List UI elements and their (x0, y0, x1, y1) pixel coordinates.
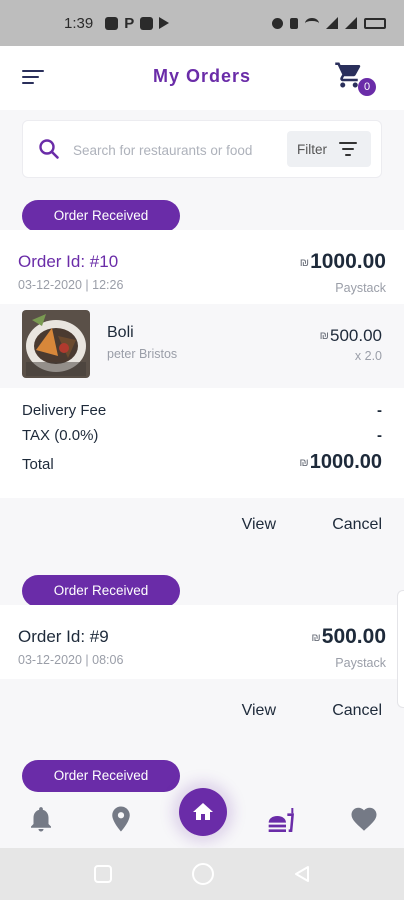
alarm-icon (272, 17, 283, 29)
system-nav-bar (0, 848, 404, 900)
item-price-value: 500.00 (330, 326, 382, 345)
home-icon (193, 803, 213, 820)
back-button[interactable] (292, 864, 312, 889)
nav-food[interactable] (266, 804, 296, 834)
vibrate-icon (290, 17, 298, 29)
total-label: Total (22, 456, 54, 473)
currency-icon: ₪ (319, 330, 329, 342)
delivery-fee-label: Delivery Fee (22, 402, 107, 419)
recents-button[interactable] (94, 865, 112, 883)
order-card-header: Order Id: #9 03-12-2020 | 08:06 ₪500.00 … (0, 605, 404, 679)
status-right (272, 17, 386, 29)
system-home-button[interactable] (192, 863, 214, 885)
order-date: 03-12-2020 | 08:06 (18, 653, 124, 667)
cart-count-badge: 0 (358, 78, 376, 96)
app-bar: My Orders 0 (0, 46, 404, 110)
summary-total: ₪1000.00 (299, 451, 382, 474)
nav-notifications[interactable] (26, 804, 56, 834)
side-drawer-handle[interactable] (397, 590, 404, 708)
order-status-badge: Order Received (22, 200, 180, 232)
signal2-icon (345, 17, 357, 29)
view-button[interactable]: View (242, 516, 276, 534)
order-status-badge: Order Received (22, 760, 180, 792)
filter-label: Filter (297, 141, 327, 157)
battery-icon (364, 17, 386, 29)
item-quantity: x 2.0 (354, 349, 382, 363)
order-actions: View Cancel (0, 502, 404, 560)
p-notification-icon: P (124, 14, 135, 32)
status-time: 1:39 (64, 14, 94, 32)
item-price: ₪500.00 (320, 326, 382, 346)
item-seller: peter Bristos (107, 347, 178, 361)
payment-method: Paystack (335, 656, 386, 670)
heart-icon (351, 807, 377, 831)
order-total: ₪500.00 (311, 625, 386, 649)
location-pin-icon (112, 806, 130, 832)
signal-icon (326, 17, 338, 29)
summary-total-value: 1000.00 (309, 451, 382, 473)
filter-button[interactable]: Filter (287, 131, 371, 167)
currency-icon: ₪ (299, 257, 310, 269)
delivery-fee-value: - (377, 402, 382, 419)
nav-favorites[interactable] (349, 804, 379, 834)
status-bar: 1:39 P (0, 0, 404, 46)
currency-icon: ₪ (299, 457, 309, 469)
order-date: 03-12-2020 | 12:26 (18, 278, 124, 292)
item-name: Boli (107, 324, 134, 341)
filter-icon (339, 142, 357, 156)
cancel-button[interactable]: Cancel (332, 516, 382, 534)
bell-icon (31, 807, 51, 832)
nav-location[interactable] (106, 804, 136, 834)
cancel-button[interactable]: Cancel (332, 702, 382, 720)
order-total: ₪1000.00 (300, 250, 386, 274)
currency-icon: ₪ (311, 632, 321, 644)
play-notification-icon (159, 17, 170, 29)
order-card-header: Order Id: #10 03-12-2020 | 12:26 ₪1000.0… (0, 230, 404, 304)
search-input[interactable] (73, 139, 305, 161)
order-id: Order Id: #9 (18, 627, 109, 646)
nav-home-button[interactable] (179, 788, 227, 836)
app-notification-icon (140, 16, 154, 30)
cart-button[interactable]: 0 (334, 60, 376, 96)
gallery-notification-icon (105, 16, 119, 30)
food-icon (268, 808, 294, 832)
bottom-nav (0, 788, 404, 848)
order-summary: Delivery Fee - TAX (0.0%) - Total ₪1000.… (0, 388, 404, 498)
order-id: Order Id: #10 (18, 252, 119, 271)
tax-label: TAX (0.0%) (22, 427, 99, 444)
order-total-value: 500.00 (321, 625, 386, 648)
search-bar: Filter (22, 120, 382, 178)
tax-value: - (377, 427, 382, 444)
order-total-value: 1000.00 (310, 250, 386, 273)
search-icon (39, 139, 59, 159)
food-image (22, 310, 90, 378)
order-item-row[interactable]: Boli peter Bristos ₪500.00 x 2.0 (0, 304, 404, 386)
view-button[interactable]: View (242, 702, 276, 720)
back-triangle-icon (295, 866, 309, 882)
order-status-badge: Order Received (22, 575, 180, 607)
wifi-icon (305, 17, 319, 29)
order-actions: View Cancel (0, 688, 404, 746)
payment-method: Paystack (335, 281, 386, 295)
